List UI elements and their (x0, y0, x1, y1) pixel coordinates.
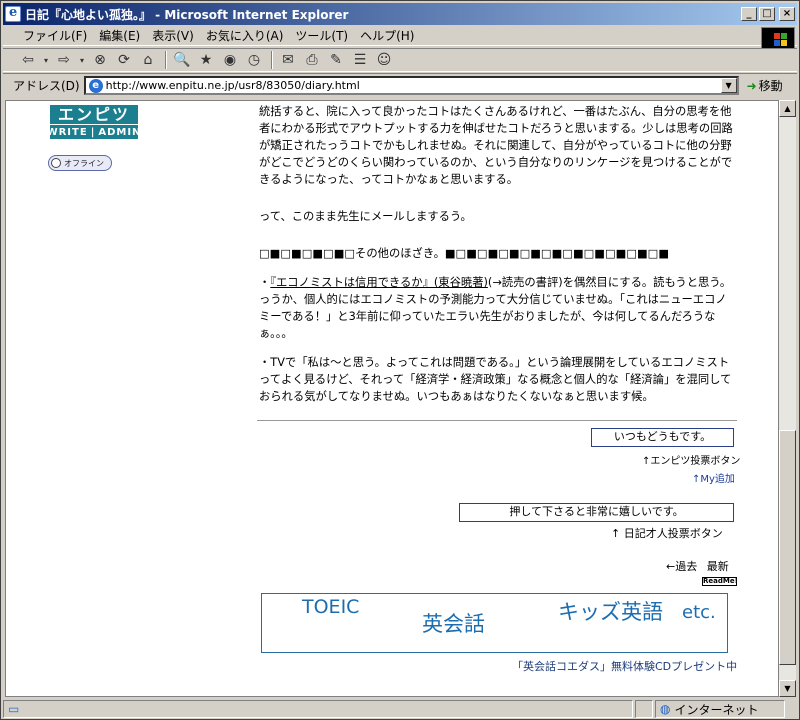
toolbar-separator (165, 51, 167, 69)
menu-file[interactable]: ファイル(F) (17, 27, 93, 44)
logo-links: WRITE | ADMIN (47, 124, 141, 139)
enpitu-logo[interactable]: エンピツ WRITE | ADMIN (47, 105, 141, 139)
logo-title: エンピツ (57, 105, 130, 124)
favorites-icon[interactable]: ★ (195, 50, 217, 70)
nikki-vote-button[interactable]: 押して下さると非常に嬉しいです。 (459, 503, 734, 522)
address-dropdown-icon[interactable]: ▼ (720, 78, 737, 93)
history-icon[interactable]: ◷ (243, 50, 265, 70)
title-bar: 日記『心地よい孤独。』 - Microsoft Internet Explore… (3, 3, 797, 25)
book-link[interactable]: 『エコノミストは信用できるか』(東谷暁著) (270, 276, 488, 289)
go-arrow-icon: ➜ (746, 78, 757, 93)
stop-icon[interactable]: ⊗ (89, 50, 111, 70)
banner-text: キッズ英語 (558, 600, 663, 624)
offline-status-badge[interactable]: オフライン (48, 155, 112, 171)
forward-dropdown-icon[interactable]: ▾ (77, 50, 87, 70)
banner-text: TOEIC (302, 596, 360, 618)
scroll-up-icon[interactable]: ▲ (779, 100, 796, 117)
offline-label: オフライン (64, 158, 104, 168)
status-dot-icon (51, 158, 61, 168)
past-link[interactable]: ←過去 (666, 560, 697, 573)
enpitu-vote-button[interactable]: いつもどうもです。 (591, 428, 734, 447)
status-cell (635, 700, 653, 718)
address-label: アドレス(D) (13, 79, 80, 93)
windows-logo-icon (761, 27, 795, 49)
zone-cell: ◍ インターネット (655, 700, 785, 718)
menu-edit[interactable]: 編集(E) (93, 27, 146, 44)
paragraph: ・TVで「私は～と思う。よってこれは問題である。」という論理展開をしているエコノ… (259, 356, 732, 403)
scroll-down-icon[interactable]: ▼ (779, 680, 796, 697)
page-icon: e (88, 78, 103, 93)
home-icon[interactable]: ⌂ (137, 50, 159, 70)
logo-admin-link[interactable]: ADMIN (98, 127, 141, 138)
status-bar: ▭ ◍ インターネット (3, 699, 797, 719)
diary-body: 統括すると、院に入って良かったコトはたくさんあるけれど、一番はたぶん、自分の思考… (259, 103, 737, 405)
back-dropdown-icon[interactable]: ▾ (41, 50, 51, 70)
mail-icon[interactable]: ✉ (277, 50, 299, 70)
browser-window: 日記『心地よい孤独。』 - Microsoft Internet Explore… (0, 0, 800, 720)
promo-link[interactable]: 「英会話コエダス」無料体験CDプレゼント中 (512, 658, 737, 674)
back-icon[interactable]: ⇦ (17, 50, 39, 70)
media-icon[interactable]: ◉ (219, 50, 241, 70)
menu-help[interactable]: ヘルプ(H) (354, 27, 420, 44)
search-icon[interactable]: 🔍 (171, 50, 193, 70)
divider (257, 420, 737, 421)
menu-bar: ファイル(F) 編集(E) 表示(V) お気に入り(A) ツール(T) ヘルプ(… (3, 26, 797, 49)
internet-zone-icon: ◍ (660, 702, 671, 716)
paragraph: って、このまま先生にメールしまするう。 (259, 210, 472, 223)
nikki-vote-caption: ↑ 日記才人投票ボタン (611, 527, 723, 540)
logo-separator: | (90, 126, 96, 138)
ad-banner[interactable]: TOEIC 英会話 キッズ英語 etc. (261, 593, 728, 653)
close-button[interactable]: × (779, 7, 795, 21)
scroll-thumb[interactable] (779, 430, 796, 665)
paragraph: 統括すると、院に入って良かったコトはたくさんあるけれど、一番はたぶん、自分の思考… (259, 105, 733, 186)
diary-navigation: ←過去 最新 (660, 558, 729, 574)
section-divider-text: □■□■□■□■□その他のほざき。■□■□■□■□■□■□■□■□■□■□■ (259, 247, 670, 260)
menu-favorites[interactable]: お気に入り(A) (200, 27, 290, 44)
print-icon[interactable]: ⎙ (301, 50, 323, 70)
status-text-cell: ▭ (3, 700, 633, 718)
go-button[interactable]: ➜ 移動 (747, 77, 783, 94)
my-add-link[interactable]: ↑My追加 (692, 470, 735, 485)
maximize-button[interactable]: □ (759, 7, 775, 21)
address-url[interactable]: http://www.enpitu.ne.jp/usr8/83050/diary… (106, 79, 721, 92)
toolbar-separator (271, 51, 273, 69)
bullet: ・ (259, 276, 271, 289)
banner-text: etc. (682, 602, 716, 623)
banner-text: 英会話 (422, 612, 485, 636)
refresh-icon[interactable]: ⟳ (113, 50, 135, 70)
menu-tools[interactable]: ツール(T) (289, 27, 354, 44)
ie-app-icon[interactable] (5, 5, 21, 22)
vertical-scrollbar[interactable]: ▲ ▼ (779, 100, 796, 697)
standard-toolbar: ⇦ ▾ ⇨ ▾ ⊗ ⟳ ⌂ 🔍 ★ ◉ ◷ ✉ ⎙ ✎ ☰ ☺ (3, 48, 797, 72)
edit-icon[interactable]: ✎ (325, 50, 347, 70)
window-title: 日記『心地よい孤独。』 - Microsoft Internet Explore… (25, 7, 349, 22)
minimize-button[interactable]: _ (741, 7, 757, 21)
page-viewport[interactable]: エンピツ WRITE | ADMIN オフライン 統括すると、院に入って良かった… (5, 100, 779, 697)
menu-view[interactable]: 表示(V) (146, 27, 200, 44)
go-label: 移動 (758, 79, 783, 93)
logo-write-link[interactable]: WRITE (47, 127, 88, 138)
paragraph: ・『エコノミストは信用できるか』(東谷暁著)(→読売の書評)を偶然目にする。読も… (259, 274, 737, 342)
address-input[interactable]: e http://www.enpitu.ne.jp/usr8/83050/dia… (83, 76, 739, 95)
discuss-icon[interactable]: ☰ (349, 50, 371, 70)
messenger-icon[interactable]: ☺ (373, 50, 395, 70)
enpitu-vote-caption: ↑エンピツ投票ボタン (642, 456, 741, 467)
forward-icon[interactable]: ⇨ (53, 50, 75, 70)
zone-label: インターネット (674, 702, 759, 717)
page-status-icon: ▭ (8, 702, 20, 716)
readme-badge[interactable]: ReadMe! (702, 577, 738, 586)
address-bar: アドレス(D) e http://www.enpitu.ne.jp/usr8/8… (3, 73, 797, 97)
latest-link[interactable]: 最新 (707, 560, 729, 573)
